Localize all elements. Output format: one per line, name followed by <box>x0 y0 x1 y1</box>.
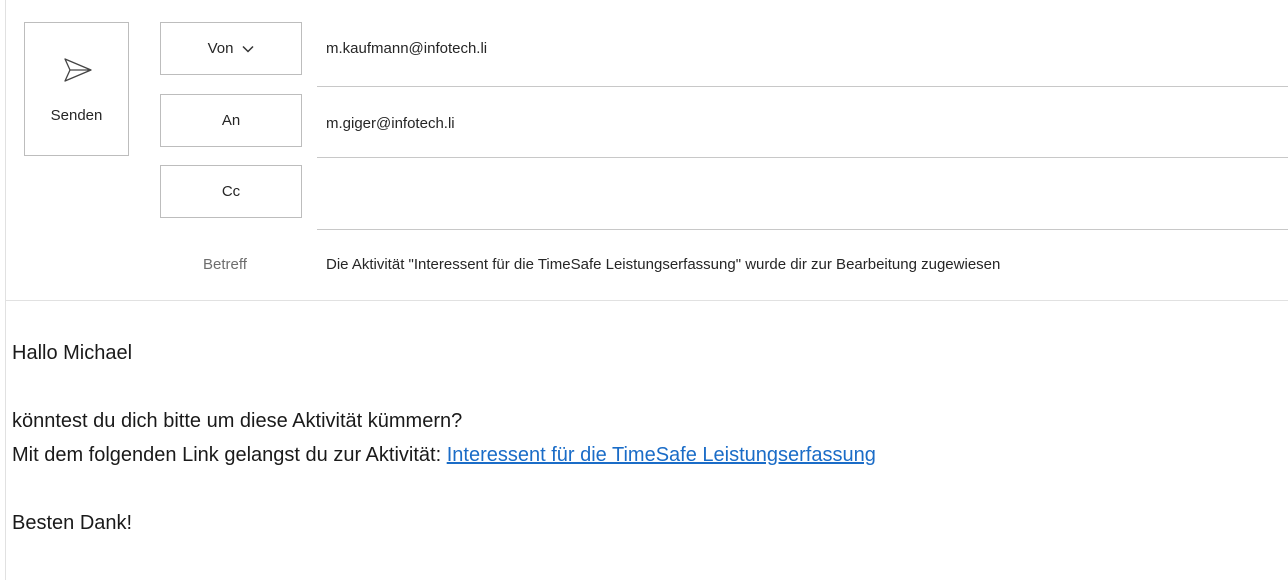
closing-text: Besten Dank! <box>12 512 133 534</box>
cc-field[interactable] <box>317 166 1288 214</box>
left-border <box>5 0 6 580</box>
request-text: könntest du dich bitte um diese Aktivitä… <box>12 410 463 432</box>
link-line: Mit dem folgenden Link gelangst du zur A… <box>12 438 876 472</box>
message-body[interactable]: Hallo Michael könntest du dich bitte um … <box>12 336 876 540</box>
from-button[interactable]: Von <box>160 22 302 75</box>
send-button[interactable]: Senden <box>24 22 129 156</box>
greeting-text: Hallo Michael <box>12 342 133 364</box>
to-field-divider <box>317 157 1288 158</box>
to-field[interactable]: m.giger@infotech.li <box>326 115 455 132</box>
cc-button[interactable]: Cc <box>160 165 302 218</box>
from-button-label: Von <box>207 40 234 57</box>
chevron-down-icon <box>242 45 254 53</box>
subject-field[interactable]: Die Aktivität "Interessent für die TimeS… <box>326 256 1000 273</box>
to-button-label: An <box>221 112 241 129</box>
header-divider <box>5 300 1288 301</box>
from-value: m.kaufmann@infotech.li <box>326 40 488 57</box>
subject-label: Betreff <box>203 256 247 273</box>
cc-button-label: Cc <box>221 183 241 200</box>
cc-field-divider <box>317 229 1288 230</box>
email-compose-window: Senden Von m.kaufmann@infotech.li An m.g… <box>0 0 1288 580</box>
from-field-divider <box>317 86 1288 87</box>
activity-link[interactable]: Interessent für die TimeSafe Leistungser… <box>447 444 876 466</box>
send-icon <box>64 58 92 82</box>
send-button-label: Senden <box>50 107 103 124</box>
link-prefix-text: Mit dem folgenden Link gelangst du zur A… <box>12 444 442 466</box>
to-button[interactable]: An <box>160 94 302 147</box>
